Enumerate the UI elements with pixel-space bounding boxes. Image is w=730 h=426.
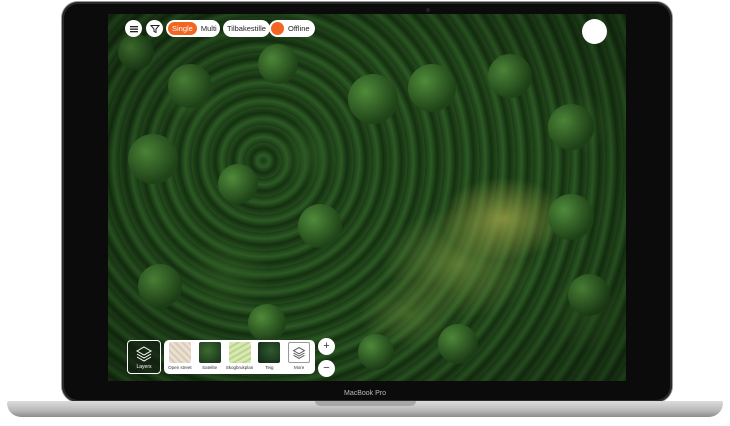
offline-toggle[interactable]: Offline: [269, 20, 315, 37]
open-street-thumbnail: [168, 342, 191, 363]
zoom-in-button[interactable]: +: [318, 338, 335, 355]
laptop-notch: [315, 401, 416, 406]
reset-label: Tilbakestille: [227, 24, 266, 33]
layer-option-more[interactable]: More: [286, 342, 312, 370]
teig-thumbnail: [258, 342, 281, 363]
layer-option-label: Open street: [168, 365, 192, 370]
zoom-out-button[interactable]: −: [318, 360, 335, 377]
layer-option-teig[interactable]: Teig: [257, 342, 283, 370]
camera: [426, 8, 430, 12]
filter-button[interactable]: [146, 20, 163, 37]
layers-stack-icon: [292, 346, 306, 359]
layer-option-label: More: [293, 365, 305, 370]
layer-option-label: Satelite: [202, 365, 218, 370]
satelite-thumbnail: [198, 342, 221, 363]
layers-stack-icon: [135, 346, 153, 362]
mode-multi[interactable]: Multi: [197, 22, 221, 35]
layer-option-open-street[interactable]: Open street: [167, 342, 193, 370]
selection-mode-toggle[interactable]: Single Multi: [166, 20, 220, 37]
reset-button[interactable]: Tilbakestille: [223, 20, 270, 37]
profile-avatar-button[interactable]: [582, 19, 607, 44]
layer-option-label: Teig: [265, 365, 274, 370]
layer-option-label: Skogbrukplan: [225, 365, 254, 370]
layers-button[interactable]: Layers: [127, 340, 161, 374]
skogbrukplan-thumbnail: [228, 342, 251, 363]
hamburger-menu-icon: [129, 25, 138, 32]
layers-label: Layers: [136, 364, 152, 370]
layer-option-satelite[interactable]: Satelite: [197, 342, 223, 370]
map-view[interactable]: Single Multi Tilbakestille Offline Layer…: [108, 14, 626, 381]
filter-funnel-icon: [149, 24, 160, 33]
menu-button[interactable]: [125, 20, 142, 37]
offline-label: Offline: [288, 24, 310, 33]
device-label: MacBook Pro: [343, 390, 387, 397]
layer-selector-panel: Open street Satelite Skogbrukplan Teig M…: [164, 340, 315, 374]
mode-single[interactable]: Single: [168, 22, 197, 35]
layer-option-skogbrukplan[interactable]: Skogbrukplan: [225, 342, 254, 370]
offline-indicator-icon: [271, 22, 284, 35]
more-layers-thumbnail: [288, 342, 311, 363]
